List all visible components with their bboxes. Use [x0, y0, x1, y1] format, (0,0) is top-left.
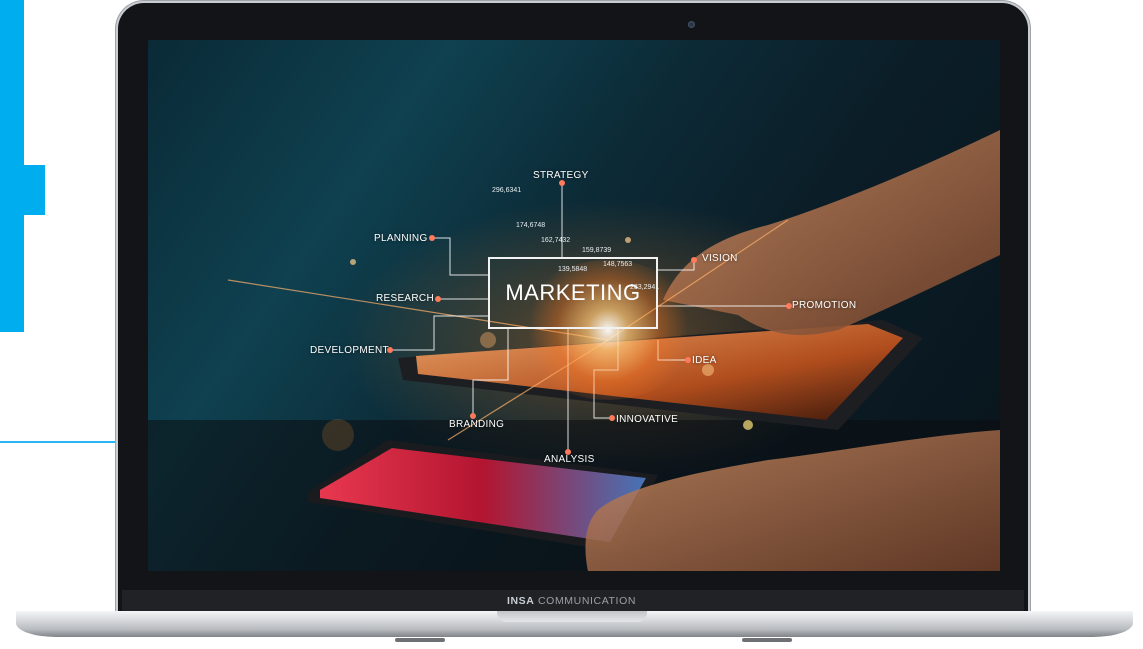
label-branding: BRANDING: [449, 419, 505, 430]
label-planning: PLANNING: [374, 233, 428, 244]
metric-number: 139,5848: [558, 266, 588, 273]
laptop-screen: MARKETING STRATEGY PLANNING RESEARCH DEV…: [148, 40, 1000, 571]
label-innovative: INNOVATIVE: [616, 414, 679, 425]
label-strategy: STRATEGY: [533, 170, 589, 181]
accent-divider-line: [0, 441, 120, 443]
label-development: DEVELOPMENT: [310, 345, 389, 356]
metric-number: 148,7563: [603, 261, 633, 268]
metric-number: 162,7432: [541, 237, 571, 244]
label-research: RESEARCH: [376, 293, 434, 304]
label-analysis: ANALYSIS: [544, 454, 595, 465]
camera-icon: [688, 21, 695, 28]
label-promotion: PROMOTION: [792, 300, 857, 311]
laptop-hinge-notch: [497, 611, 647, 622]
label-vision: VISION: [702, 253, 738, 264]
brand-label: INSA COMMUNICATION: [506, 595, 637, 607]
metric-number: 159,8739: [582, 247, 612, 254]
side-accent-tab: [0, 165, 45, 215]
laptop-foot-left: [395, 638, 445, 642]
metric-number: 283,2941: [630, 284, 660, 291]
laptop-foot-right: [742, 638, 792, 642]
metric-number: 174,6748: [516, 222, 546, 229]
metric-number: 296,6341: [492, 187, 522, 194]
label-idea: IDEA: [692, 355, 717, 366]
